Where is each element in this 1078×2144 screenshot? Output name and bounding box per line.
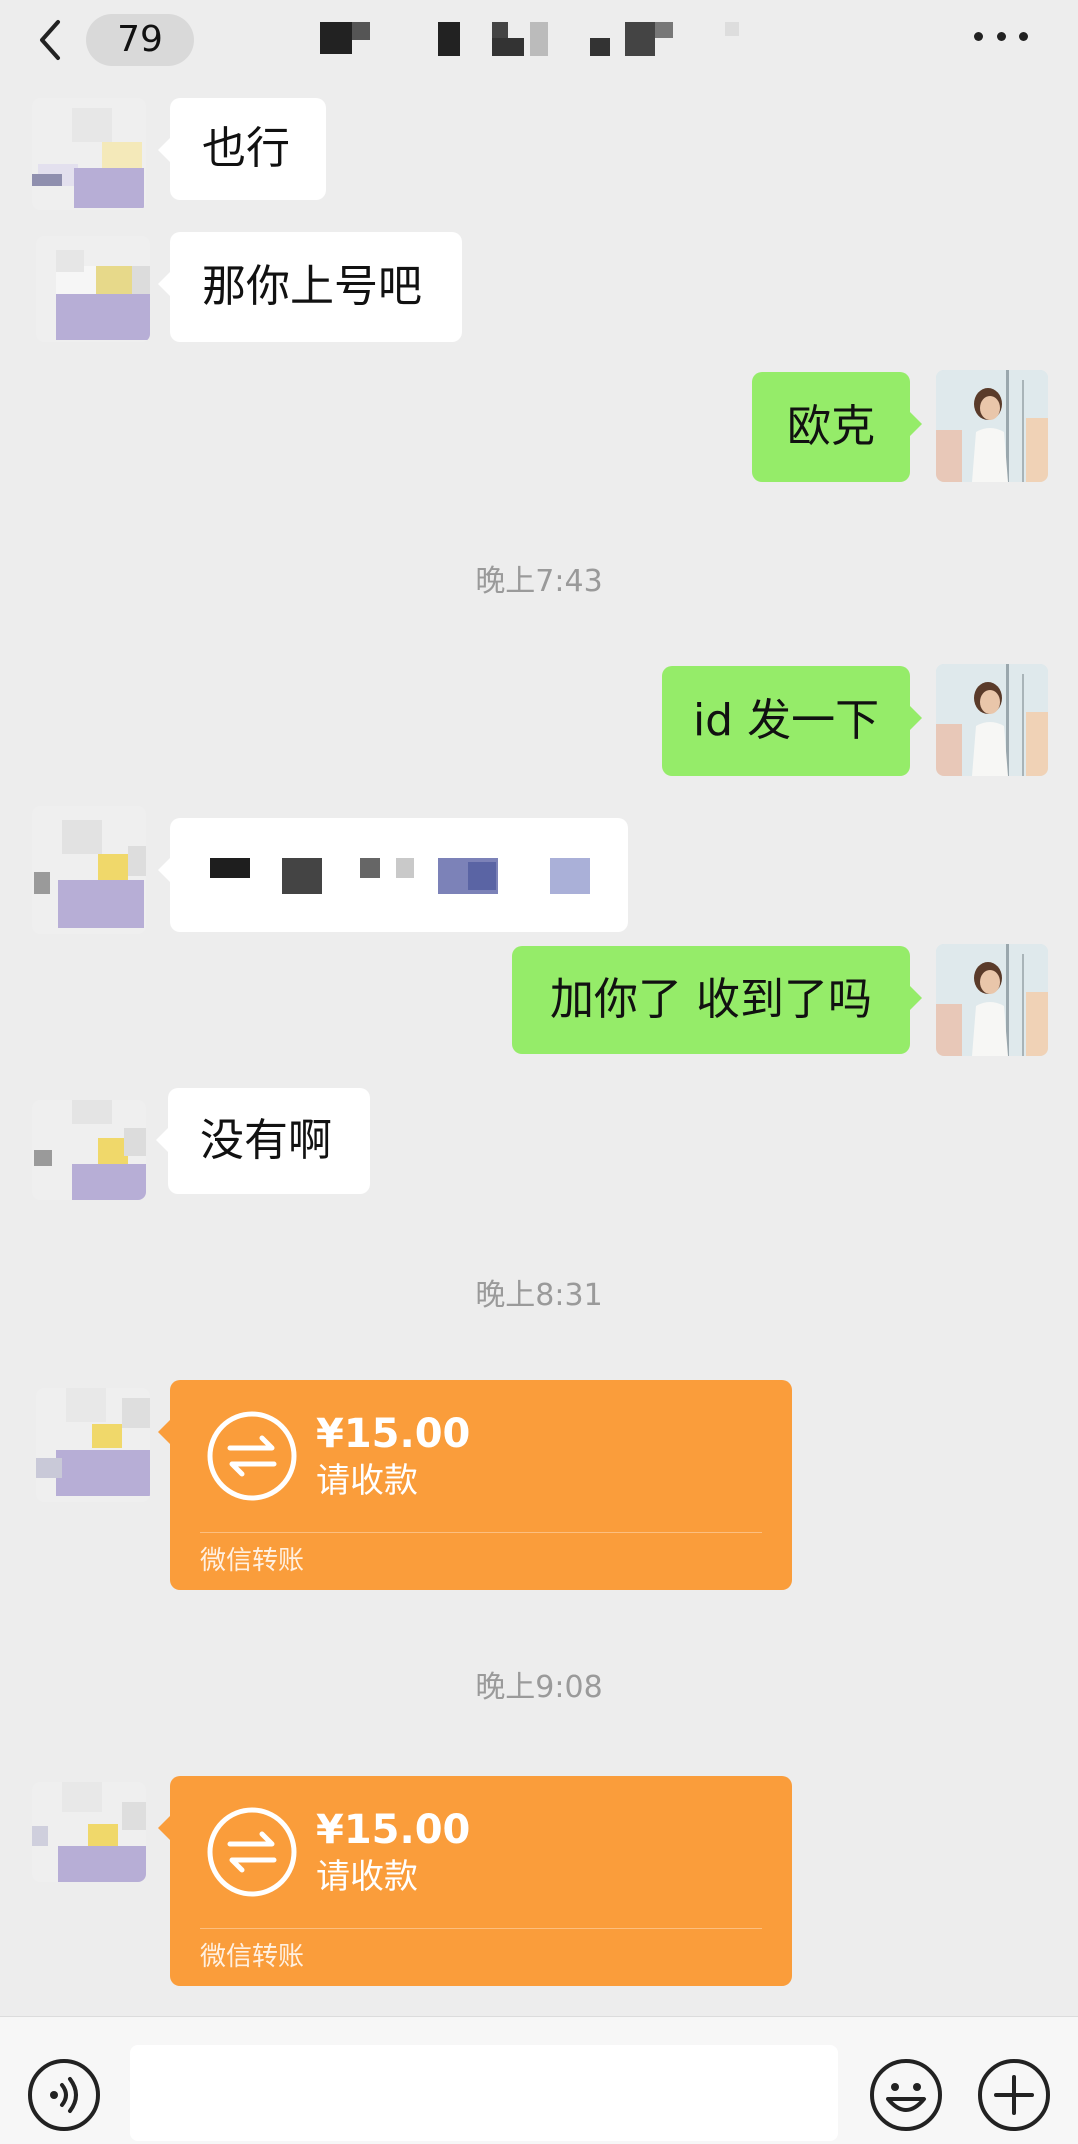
- plus-icon[interactable]: [976, 2057, 1052, 2133]
- message-text: 加你了 收到了吗: [550, 974, 872, 1025]
- message-text: 那你上号吧: [202, 261, 422, 312]
- message-text: 也行: [202, 123, 290, 174]
- voice-icon[interactable]: [26, 2057, 102, 2133]
- more-options-button[interactable]: [974, 26, 1028, 46]
- transfer-status: 请收款: [316, 1461, 418, 1501]
- chevron-left-icon: [40, 20, 60, 60]
- contact-avatar[interactable]: [36, 1388, 150, 1502]
- timestamp: 晚上7:43: [475, 564, 603, 599]
- message-text: 没有啊: [200, 1115, 332, 1166]
- message-text: id 发一下: [692, 695, 880, 746]
- message-bubble[interactable]: 没有啊: [156, 1088, 370, 1194]
- message-bubble[interactable]: 加你了 收到了吗: [512, 946, 922, 1054]
- transfer-status: 请收款: [316, 1857, 418, 1897]
- message-bubble-redacted[interactable]: [158, 818, 628, 932]
- contact-avatar[interactable]: [32, 1782, 146, 1882]
- message-text: 欧克: [787, 401, 875, 452]
- contact-avatar[interactable]: [32, 1100, 146, 1200]
- user-avatar[interactable]: [936, 370, 1048, 482]
- dot-icon: [996, 31, 1006, 41]
- chat-header: 79: [0, 0, 1078, 96]
- contact-avatar[interactable]: [36, 236, 150, 342]
- transfer-card[interactable]: ¥15.00 请收款 微信转账: [158, 1776, 792, 1986]
- transfer-amount: ¥15.00: [316, 1411, 471, 1457]
- contact-avatar[interactable]: [32, 98, 146, 210]
- message-input[interactable]: [130, 2045, 838, 2141]
- contact-avatar[interactable]: [32, 806, 146, 934]
- transfer-arrows-icon: [207, 1807, 297, 1897]
- dot-icon: [1019, 31, 1028, 41]
- user-avatar[interactable]: [936, 664, 1048, 776]
- timestamp: 晚上8:31: [475, 1278, 603, 1313]
- transfer-arrows-icon: [207, 1411, 297, 1501]
- dot-icon: [974, 31, 983, 41]
- message-bubble[interactable]: 那你上号吧: [158, 232, 462, 342]
- message-bubble[interactable]: 欧克: [752, 372, 922, 482]
- transfer-label: 微信转账: [200, 1546, 305, 1576]
- user-avatar[interactable]: [936, 944, 1048, 1056]
- transfer-card[interactable]: ¥15.00 请收款 微信转账: [158, 1380, 792, 1590]
- unread-count-badge: 79: [86, 14, 194, 66]
- transfer-label: 微信转账: [200, 1942, 305, 1972]
- user-photo-icon: [936, 944, 1048, 1056]
- message-bubble[interactable]: id 发一下: [662, 666, 922, 776]
- message-bubble[interactable]: 也行: [158, 98, 326, 200]
- emoji-icon[interactable]: [868, 2057, 944, 2133]
- back-button[interactable]: 79: [32, 14, 194, 66]
- divider: [200, 1928, 762, 1929]
- chat-title: [320, 18, 740, 60]
- user-photo-icon: [936, 370, 1048, 482]
- input-bar: [0, 2016, 1078, 2144]
- divider: [200, 1532, 762, 1533]
- transfer-amount: ¥15.00: [316, 1807, 471, 1853]
- user-photo-icon: [936, 664, 1048, 776]
- timestamp: 晚上9:08: [475, 1670, 603, 1705]
